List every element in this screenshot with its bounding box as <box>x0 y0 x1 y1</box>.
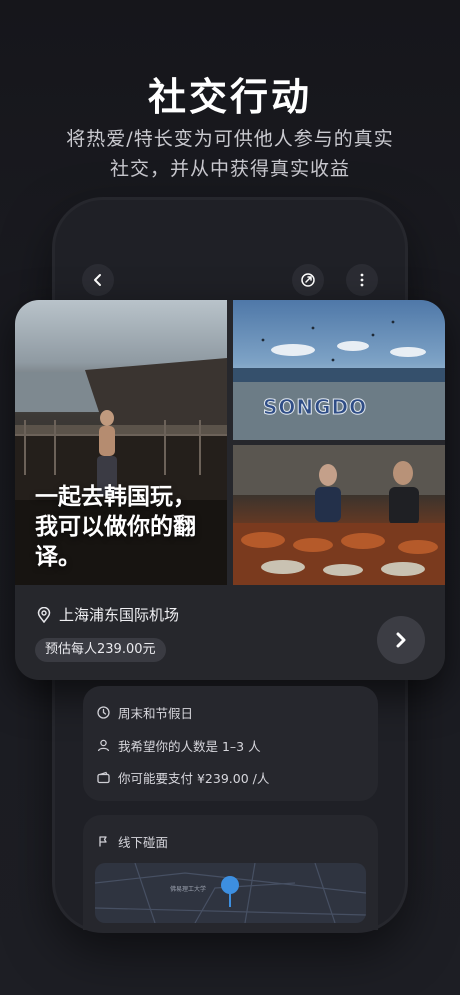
share-icon <box>301 273 315 287</box>
hero-subtitle-line2: 社交，并从中获得真实收益 <box>109 158 350 180</box>
info-card: 周末和节假日 我希望你的人数是 1–3 人 你可能要支付 ¥239.00 /人 <box>83 686 378 801</box>
map-pin-icon <box>221 876 239 907</box>
hero-subtitle: 将热爱/特长变为可供他人参与的真实 社交，并从中获得真实收益 <box>0 124 460 184</box>
caption-line2: 我可以做你的翻 <box>35 514 196 540</box>
location-row: 上海浦东国际机场 <box>37 604 179 625</box>
people-label: 我希望你的人数是 1–3 人 <box>118 739 261 754</box>
people-row: 我希望你的人数是 1–3 人 <box>97 736 261 755</box>
share-button[interactable] <box>292 264 324 296</box>
go-button[interactable] <box>377 616 425 664</box>
meeting-icon <box>99 836 107 847</box>
more-vertical-icon <box>360 273 364 287</box>
payment-row: 你可能要支付 ¥239.00 /人 <box>97 768 269 787</box>
caption-line3: 译。 <box>35 544 81 570</box>
location-label: 上海浦东国际机场 <box>59 606 180 624</box>
meeting-card: 线下碰面 佛易理工大学 <box>83 815 378 930</box>
payment-label: 你可能要支付 ¥239.00 /人 <box>118 771 270 786</box>
activity-card[interactable]: 一起去韩国玩， 我可以做你的翻 译。 SONGDO 上海浦东国际机场 预估每人2… <box>15 300 445 680</box>
location-pin-icon <box>37 606 51 623</box>
chevron-left-icon <box>94 274 101 286</box>
time-label: 周末和节假日 <box>118 706 194 721</box>
photo-beach: SONGDO <box>233 300 445 440</box>
person-icon <box>97 739 110 752</box>
map-place-label: 佛易理工大学 <box>170 886 207 893</box>
photo-market <box>233 445 445 585</box>
hero-title: 社交行动 <box>147 75 312 119</box>
more-button[interactable] <box>346 264 378 296</box>
beach-scene <box>233 320 445 440</box>
meeting-map[interactable]: 佛易理工大学 <box>95 863 366 923</box>
meeting-row: 线下碰面 <box>97 832 168 851</box>
activity-caption: 一起去韩国玩， 我可以做你的翻 译。 <box>35 482 215 572</box>
back-button[interactable] <box>82 264 114 296</box>
chevron-right-icon <box>396 632 406 648</box>
meeting-label: 线下碰面 <box>118 835 169 850</box>
songdo-sign: SONGDO <box>262 395 368 420</box>
price-badge: 预估每人239.00元 <box>35 638 166 662</box>
market-scene <box>233 445 445 585</box>
time-row: 周末和节假日 <box>97 703 193 722</box>
hero-subtitle-line1: 将热爱/特长变为可供他人参与的真实 <box>66 128 394 150</box>
wallet-icon <box>97 771 110 784</box>
clock-icon <box>97 706 110 719</box>
caption-line1: 一起去韩国玩， <box>35 484 196 510</box>
photo-pier: 一起去韩国玩， 我可以做你的翻 译。 <box>15 300 227 585</box>
